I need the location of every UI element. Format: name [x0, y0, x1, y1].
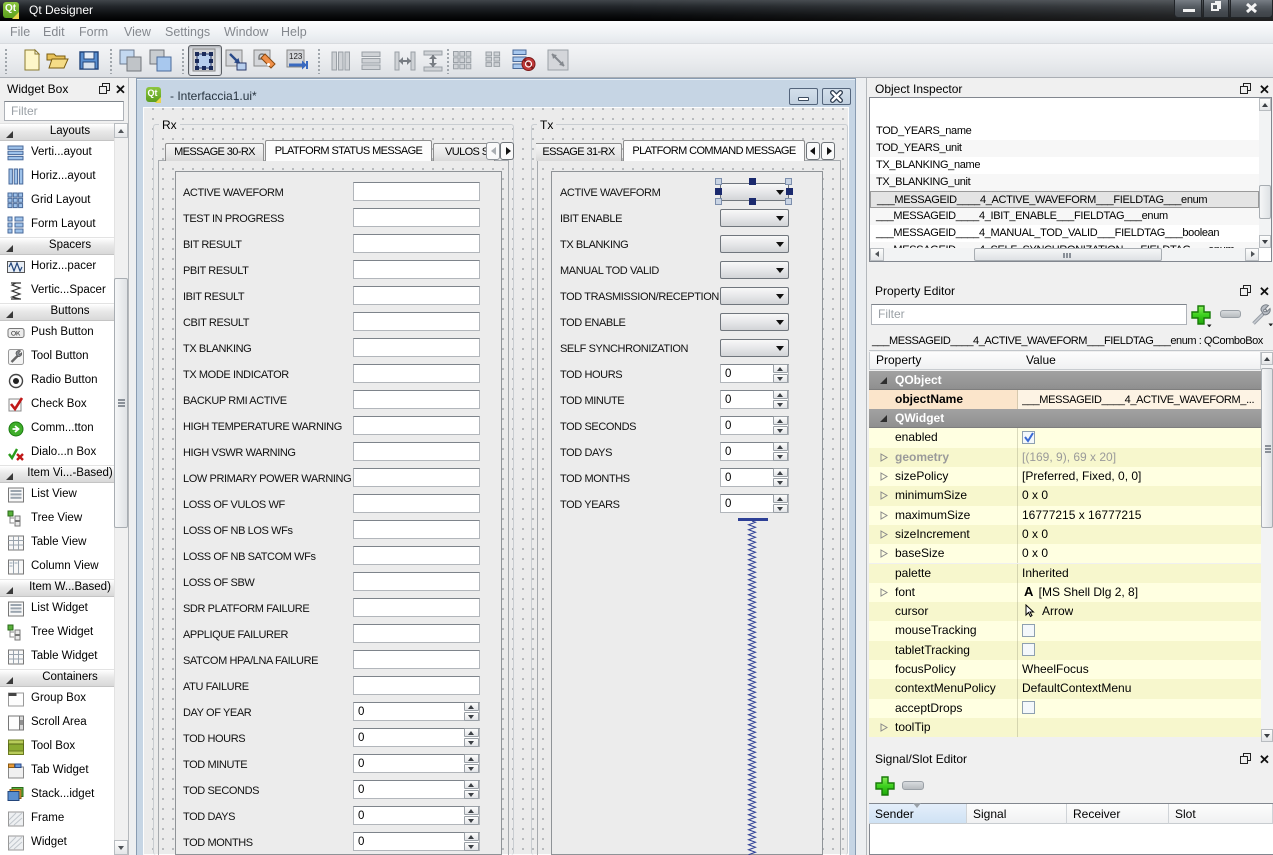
- svg-text:OK: OK: [11, 331, 21, 338]
- svg-text:123: 123: [289, 52, 303, 61]
